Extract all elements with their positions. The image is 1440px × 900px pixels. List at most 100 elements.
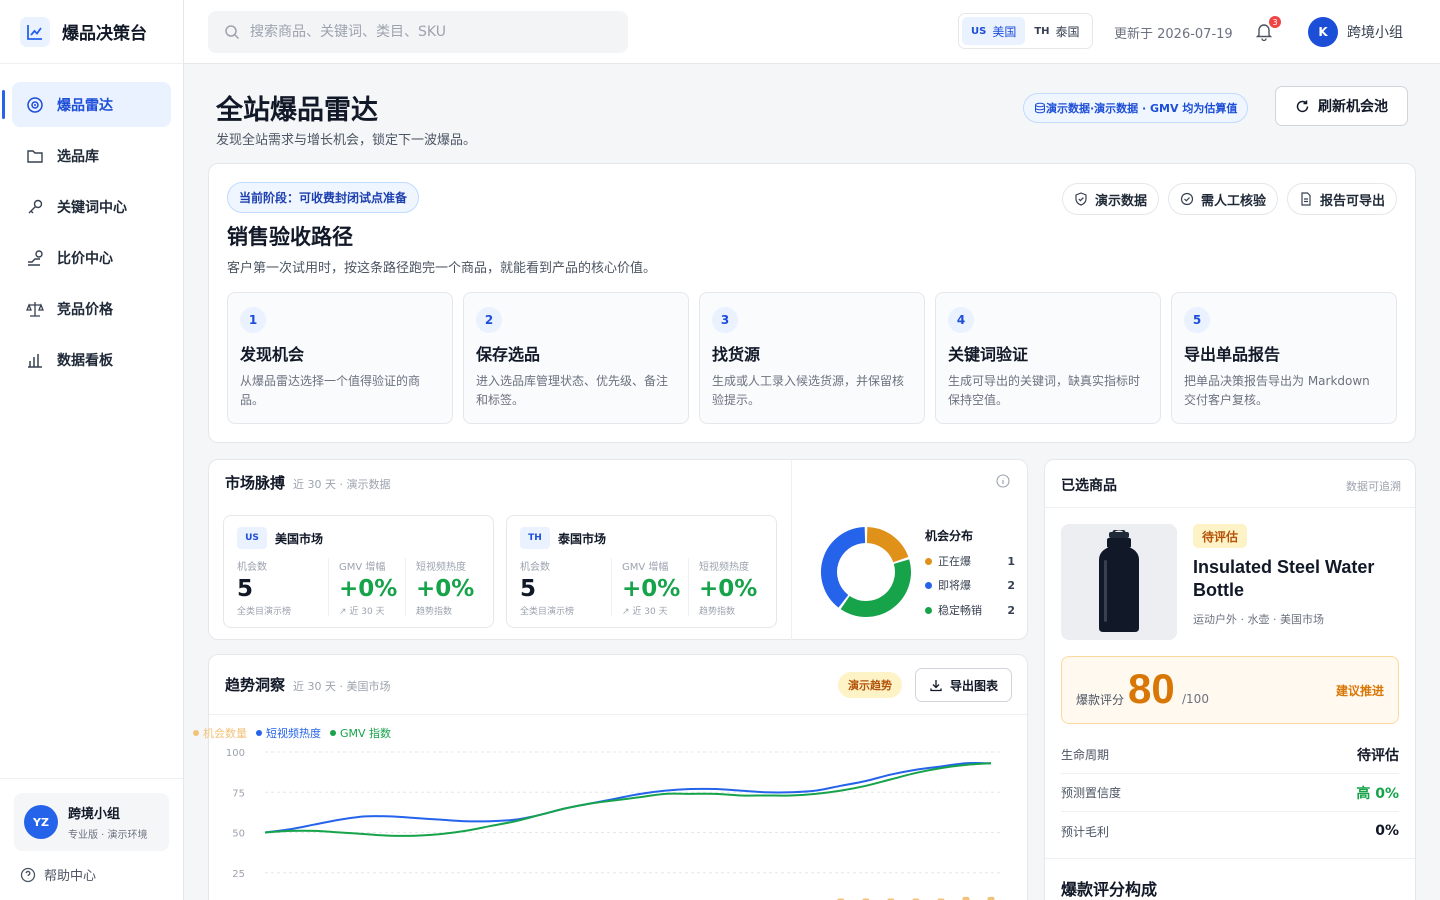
brand: 爆品决策台 bbox=[0, 0, 183, 64]
help-link[interactable]: 帮助中心 bbox=[14, 865, 169, 884]
metric-foot: 全类目演示榜 bbox=[520, 607, 575, 617]
sidebar-item-label: 比价中心 bbox=[57, 250, 113, 267]
legend-label: 稳定畅销 bbox=[938, 604, 982, 617]
step-card[interactable]: 1 发现机会 从爆品雷达选择一个值得验证的商品。 bbox=[227, 292, 453, 424]
market-name: 美国市场 bbox=[275, 531, 324, 546]
help-label: 帮助中心 bbox=[44, 869, 97, 884]
search-icon bbox=[225, 25, 240, 40]
page-subtitle: 发现全站需求与增长机会，锁定下一波爆品。 bbox=[216, 133, 477, 148]
market-code: TH bbox=[520, 527, 550, 549]
metric-video-heat: 短视频热度 +0% 趋势指数 bbox=[405, 558, 474, 617]
y-tick-label: 50 bbox=[232, 829, 245, 840]
step-card[interactable]: 5 导出单品报告 把单品决策报告导出为 Markdown 交付客户复核。 bbox=[1171, 292, 1397, 424]
pulse-title: 市场脉搏 bbox=[225, 474, 286, 492]
legend-dot bbox=[925, 606, 932, 614]
donut-slice bbox=[866, 527, 909, 563]
row-label: 预测置信度 bbox=[1061, 786, 1122, 800]
market-card-th[interactable]: TH 泰国市场 机会数 5 全类目演示榜 GMV 增幅 +0% ↗ 近 30 天 … bbox=[506, 515, 777, 628]
sidebar-item-keywords[interactable]: 关键词中心 bbox=[12, 184, 171, 229]
notification-badge: 3 bbox=[1269, 16, 1281, 28]
series-line bbox=[264, 762, 992, 837]
legend-dot bbox=[925, 557, 932, 565]
product-meta: 运动户外 · 水壶 · 美国市场 bbox=[1193, 613, 1324, 626]
metric-value: +0% bbox=[339, 576, 398, 602]
metric-foot: ↗ 近 30 天 bbox=[339, 607, 385, 617]
metric-foot: 趋势指数 bbox=[416, 607, 453, 617]
refresh-button[interactable]: 刷新机会池 bbox=[1275, 86, 1408, 126]
market-switcher: US 美国 TH 泰国 bbox=[958, 13, 1093, 49]
step-description: 生成或人工录入候选货源，并保留核验提示。 bbox=[712, 374, 905, 407]
metric-foot: 趋势指数 bbox=[699, 607, 736, 617]
legend-item[interactable]: 机会数量 bbox=[193, 725, 247, 741]
metric-label: GMV 增幅 bbox=[339, 562, 386, 573]
status-badge: 待评估 bbox=[1193, 524, 1248, 548]
sidebar-item-dashboard[interactable]: 数据看板 bbox=[12, 337, 171, 382]
key-icon bbox=[28, 199, 43, 213]
search-box[interactable] bbox=[208, 11, 628, 53]
market-card-us[interactable]: US 美国市场 机会数 5 全类目演示榜 GMV 增幅 +0% ↗ 近 30 天 … bbox=[223, 515, 494, 628]
legend-label: 短视频热度 bbox=[266, 727, 321, 740]
step-card[interactable]: 3 找货源 生成或人工录入候选货源，并保留核验提示。 bbox=[699, 292, 925, 424]
legend-dot bbox=[925, 581, 932, 589]
section-title: 爆款评分构成 bbox=[1061, 880, 1158, 899]
step-card[interactable]: 4 关键词验证 生成可导出的关键词，缺真实指标时保持空值。 bbox=[935, 292, 1161, 424]
sidebar-footer: YZ 跨境小组 专业版 · 演示环境 帮助中心 bbox=[0, 778, 183, 900]
legend-item: 正在爆 1 bbox=[925, 553, 1015, 569]
scale-icon bbox=[26, 301, 44, 317]
metric-gmv-growth: GMV 增幅 +0% ↗ 近 30 天 bbox=[611, 558, 681, 617]
legend-item[interactable]: 短视频热度 bbox=[256, 725, 321, 741]
market-label: 泰国 bbox=[1055, 24, 1080, 39]
page-title: 全站爆品雷达 bbox=[216, 95, 378, 126]
folder-icon bbox=[27, 149, 43, 163]
export-chart-button[interactable]: 导出图表 bbox=[915, 668, 1012, 702]
market-us-button[interactable]: US 美国 bbox=[962, 17, 1026, 45]
chart-legend: 机会数量 短视频热度 GMV 指数 bbox=[193, 725, 400, 741]
donut-slice bbox=[821, 527, 866, 608]
report-export-tag[interactable]: 报告可导出 bbox=[1286, 183, 1397, 215]
distribution-donut bbox=[821, 527, 911, 617]
selected-product-card: 已选商品 数据可追溯 待评估 Insulated Steel Water Bot… bbox=[1044, 459, 1416, 900]
market-name: 泰国市场 bbox=[558, 531, 607, 546]
top-user-menu[interactable]: K 跨境小组 bbox=[1308, 17, 1403, 47]
check-circle-icon bbox=[1180, 192, 1194, 206]
main-content: 全站爆品雷达 发现全站需求与增长机会，锁定下一波爆品。 演示数据·演示数据 · … bbox=[184, 64, 1440, 900]
step-number: 3 bbox=[712, 307, 738, 333]
sidebar-item-library[interactable]: 选品库 bbox=[12, 133, 171, 178]
market-code: US bbox=[237, 527, 267, 549]
market-th-button[interactable]: TH 泰国 bbox=[1025, 17, 1088, 45]
opportunity-distribution: 机会分布 正在爆 1 即将爆 2 稳定畅销 2 bbox=[791, 460, 1028, 641]
donut-slice bbox=[840, 559, 911, 617]
step-number: 5 bbox=[1184, 307, 1210, 333]
legend-item[interactable]: GMV 指数 bbox=[330, 725, 391, 741]
demo-data-tag[interactable]: 演示数据 bbox=[1061, 183, 1159, 215]
trend-logo-icon bbox=[20, 16, 50, 47]
y-tick-label: 75 bbox=[232, 788, 245, 799]
sidebar: 爆品决策台 爆品雷达 选品库 关键词中心 比价中心 竞品价格 数据看板 YZ 跨… bbox=[0, 0, 184, 900]
topbar: US 美国 TH 泰国 更新于 2026-07-19 3 K 跨境小组 bbox=[184, 0, 1440, 64]
step-description: 从爆品雷达选择一个值得验证的商品。 bbox=[240, 374, 421, 407]
export-label: 导出图表 bbox=[949, 678, 998, 693]
row-label: 预计毛利 bbox=[1061, 824, 1110, 839]
refresh-icon bbox=[1296, 100, 1309, 112]
help-icon bbox=[20, 867, 36, 882]
metric-value: +0% bbox=[622, 576, 681, 602]
sidebar-item-compare[interactable]: 比价中心 bbox=[12, 235, 171, 280]
step-card[interactable]: 2 保存选品 进入选品库管理状态、优先级、备注和标签。 bbox=[463, 292, 689, 424]
score-action[interactable]: 建议推进 bbox=[1336, 682, 1384, 699]
step-title: 发现机会 bbox=[240, 345, 305, 364]
user-card[interactable]: YZ 跨境小组 专业版 · 演示环境 bbox=[14, 793, 169, 851]
sidebar-item-radar[interactable]: 爆品雷达 bbox=[2, 82, 171, 127]
legend-count: 2 bbox=[1007, 578, 1015, 592]
manual-verify-tag[interactable]: 需人工核验 bbox=[1167, 183, 1278, 215]
search-input[interactable] bbox=[250, 24, 610, 40]
step-title: 保存选品 bbox=[476, 345, 541, 364]
row-value: 0% bbox=[1375, 823, 1399, 839]
score-denominator: /100 bbox=[1182, 692, 1209, 706]
compare-icon bbox=[28, 249, 43, 266]
sidebar-item-prices[interactable]: 竞品价格 bbox=[12, 286, 171, 331]
pulse-header: 市场脉搏 近 30 天 · 演示数据 bbox=[225, 472, 391, 493]
database-icon bbox=[1035, 102, 1045, 114]
legend-label: 即将爆 bbox=[938, 579, 971, 592]
y-tick-label: 100 bbox=[226, 748, 245, 759]
trend-chart: 100 75 50 25 bbox=[226, 748, 1001, 900]
